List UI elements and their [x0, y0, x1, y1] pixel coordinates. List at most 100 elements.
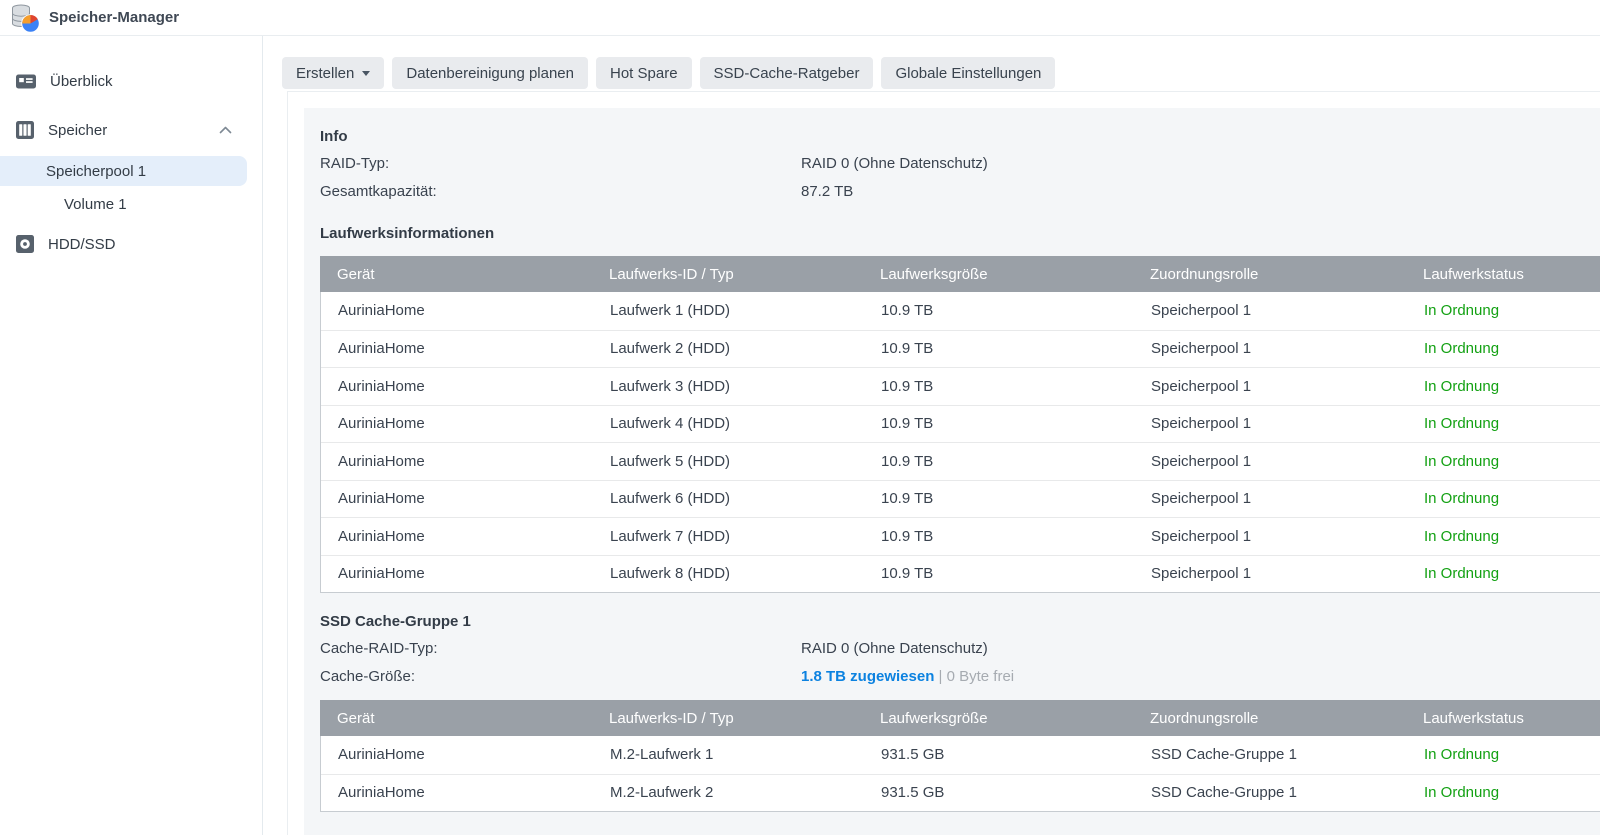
- table-row[interactable]: AuriniaHome M.2-Laufwerk 1 931.5 GB SSD Cac…: [321, 736, 1600, 774]
- table-cell: Laufwerk 1 (HDD): [610, 302, 731, 320]
- hot-spare-button[interactable]: Hot Spare: [596, 57, 692, 89]
- table-cell: Laufwerk 3 (HDD): [610, 377, 731, 395]
- table-cell: 10.9 TB: [881, 415, 934, 433]
- table-row[interactable]: AuriniaHome Laufwerk 4 (HDD) 10.9 TB Speich…: [321, 404, 1600, 442]
- sidebar-item-storage-pool-1[interactable]: Speicherpool 1: [0, 156, 247, 186]
- table-cell: M.2-Laufwerk 2: [610, 784, 714, 802]
- chevron-up-icon[interactable]: [219, 126, 232, 134]
- table-cell: Speicherpool 1: [1151, 377, 1252, 395]
- table-row[interactable]: AuriniaHome Laufwerk 6 (HDD) 10.9 TB Speich…: [321, 479, 1600, 517]
- overview-icon: [16, 73, 36, 90]
- cache-size-row: Cache-Größe: 1.8 TB zugewiesen | 0 Byte …: [320, 662, 1588, 690]
- drive-status: In Ordnung: [1424, 746, 1500, 764]
- drive-info-section-title: Laufwerksinformationen: [320, 225, 495, 242]
- cache-size-label: Cache-Größe:: [320, 667, 416, 685]
- drive-status: In Ordnung: [1424, 452, 1500, 470]
- drive-status: In Ordnung: [1424, 490, 1500, 508]
- info-row: Gesamtkapazität: 87.2 TB: [320, 177, 1588, 205]
- table-cell: SSD Cache-Gruppe 1: [1151, 746, 1297, 764]
- info-value: 87.2 TB: [801, 182, 854, 200]
- column-header: Gerät: [337, 709, 375, 727]
- table-row[interactable]: AuriniaHome Laufwerk 2 (HDD) 10.9 TB Speich…: [321, 329, 1600, 367]
- table-row[interactable]: AuriniaHome Laufwerk 5 (HDD) 10.9 TB Speich…: [321, 442, 1600, 480]
- main-content: Erstellen Datenbereinigung planen Hot Spar…: [263, 36, 1600, 835]
- cache-size-allocated-link[interactable]: 1.8 TB zugewiesen: [801, 668, 934, 685]
- column-header: Laufwerkstatus: [1423, 265, 1524, 283]
- sidebar-item-label: Überblick: [50, 72, 113, 90]
- ssd-cache-section: SSD Cache-Gruppe 1 Cache-RAID-Typ: RAID 0…: [320, 607, 1600, 812]
- toolbar: Erstellen Datenbereinigung planen Hot Spar…: [263, 36, 1600, 89]
- info-row: RAID-Typ: RAID 0 (Ohne Datenschutz): [320, 149, 1588, 177]
- table-cell: SSD Cache-Gruppe 1: [1151, 784, 1297, 802]
- info-label: Gesamtkapazität:: [320, 182, 437, 200]
- table-cell: Speicherpool 1: [1151, 302, 1252, 320]
- sidebar: Überblick Speicher Speicherpool 1 Volume…: [0, 36, 263, 835]
- info-value: RAID 0 (Ohne Datenschutz): [801, 639, 988, 657]
- sidebar-item-label: Speicher: [48, 121, 108, 139]
- sidebar-item-hdd-ssd[interactable]: HDD/SSD: [0, 229, 262, 259]
- table-cell: AuriniaHome: [338, 415, 425, 433]
- drive-status: In Ordnung: [1424, 377, 1500, 395]
- sidebar-item-storage[interactable]: Speicher: [0, 115, 262, 145]
- column-header: Laufwerkstatus: [1423, 709, 1524, 727]
- button-label: Datenbereinigung planen: [406, 64, 574, 82]
- cache-kv-list: Cache-RAID-Typ: RAID 0 (Ohne Datenschutz): [320, 634, 1588, 662]
- info-row: Cache-RAID-Typ: RAID 0 (Ohne Datenschutz): [320, 634, 1588, 662]
- drive-status: In Ordnung: [1424, 302, 1500, 320]
- create-button[interactable]: Erstellen: [282, 57, 385, 89]
- table-header-row: Gerät Laufwerks-ID / Typ Laufwerksgröße Zuo…: [320, 700, 1600, 736]
- hdd-icon: [16, 235, 34, 253]
- table-cell: AuriniaHome: [338, 452, 425, 470]
- column-header: Laufwerksgröße: [880, 709, 988, 727]
- table-cell: AuriniaHome: [338, 490, 425, 508]
- info-label: RAID-Typ:: [320, 154, 390, 172]
- content-scroll-region[interactable]: Info RAID-Typ: RAID 0 (Ohne Datenschutz) G…: [287, 91, 1600, 835]
- table-cell: 10.9 TB: [881, 340, 934, 358]
- table-cell: AuriniaHome: [338, 527, 425, 545]
- table-cell: Laufwerk 6 (HDD): [610, 490, 731, 508]
- table-cell: Laufwerk 2 (HDD): [610, 340, 731, 358]
- sidebar-item-label: Speicherpool 1: [46, 162, 147, 180]
- column-header: Gerät: [337, 265, 375, 283]
- table-row[interactable]: AuriniaHome Laufwerk 7 (HDD) 10.9 TB Speich…: [321, 517, 1600, 555]
- info-kv-list: RAID-Typ: RAID 0 (Ohne Datenschutz) Gesamt…: [320, 149, 1588, 205]
- storage-manager-app-icon: [10, 3, 40, 33]
- sidebar-item-label: HDD/SSD: [48, 235, 116, 253]
- column-header: Zuordnungsrolle: [1150, 265, 1259, 283]
- sidebar-item-volume-1[interactable]: Volume 1: [0, 189, 262, 219]
- table-cell: 10.9 TB: [881, 452, 934, 470]
- drive-status: In Ordnung: [1424, 784, 1500, 802]
- column-header: Zuordnungsrolle: [1150, 709, 1259, 727]
- info-section-title: Info: [320, 128, 348, 145]
- storage-icon: [16, 121, 34, 139]
- ssd-cache-advisor-button[interactable]: SSD-Cache-Ratgeber: [699, 57, 874, 89]
- table-row[interactable]: AuriniaHome Laufwerk 1 (HDD) 10.9 TB Speich…: [321, 292, 1600, 330]
- table-cell: 10.9 TB: [881, 377, 934, 395]
- table-row[interactable]: AuriniaHome M.2-Laufwerk 2 931.5 GB SSD Cac…: [321, 773, 1600, 811]
- table-cell: AuriniaHome: [338, 377, 425, 395]
- table-cell: Laufwerk 7 (HDD): [610, 527, 731, 545]
- table-header-row: Gerät Laufwerks-ID / Typ Laufwerksgröße Zuo…: [320, 256, 1600, 292]
- table-row[interactable]: AuriniaHome Laufwerk 3 (HDD) 10.9 TB Speich…: [321, 367, 1600, 405]
- caret-down-icon: [362, 70, 371, 76]
- table-cell: Speicherpool 1: [1151, 340, 1252, 358]
- button-label: SSD-Cache-Ratgeber: [713, 64, 860, 82]
- table-cell: AuriniaHome: [338, 340, 425, 358]
- app-header: Speicher-Manager: [0, 0, 1600, 36]
- info-label: Cache-RAID-Typ:: [320, 639, 438, 657]
- storage-pool-detail-panel: Info RAID-Typ: RAID 0 (Ohne Datenschutz) G…: [304, 108, 1600, 835]
- table-cell: Speicherpool 1: [1151, 490, 1252, 508]
- sidebar-item-overview[interactable]: Überblick: [0, 66, 262, 96]
- table-cell: 10.9 TB: [881, 527, 934, 545]
- table-cell: AuriniaHome: [338, 565, 425, 583]
- table-row[interactable]: AuriniaHome Laufwerk 8 (HDD) 10.9 TB Speich…: [321, 554, 1600, 592]
- button-label: Globale Einstellungen: [895, 64, 1042, 82]
- global-settings-button[interactable]: Globale Einstellungen: [881, 57, 1056, 89]
- page-title: Speicher-Manager: [49, 9, 180, 26]
- cache-section-title: SSD Cache-Gruppe 1: [320, 613, 471, 630]
- column-header: Laufwerks-ID / Typ: [609, 265, 734, 283]
- column-header: Laufwerksgröße: [880, 265, 988, 283]
- schedule-data-scrubbing-button[interactable]: Datenbereinigung planen: [392, 57, 588, 89]
- drive-status: In Ordnung: [1424, 415, 1500, 433]
- table-cell: M.2-Laufwerk 1: [610, 746, 714, 764]
